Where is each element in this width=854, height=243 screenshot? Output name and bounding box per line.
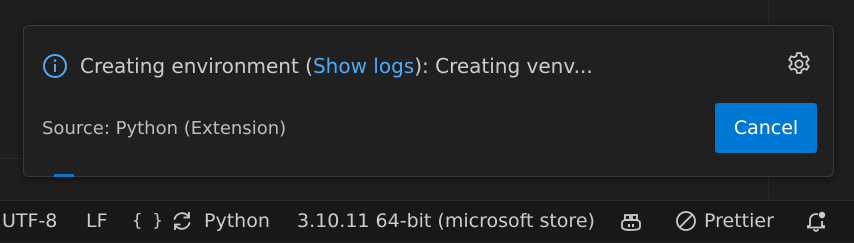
sync-icon[interactable] bbox=[170, 209, 194, 233]
encoding-status[interactable]: UTF-8 bbox=[2, 201, 57, 243]
status-bar: UTF-8 LF { } Python 3.10.11 64-bit (micr… bbox=[0, 200, 854, 242]
gear-icon[interactable] bbox=[785, 50, 813, 78]
info-icon bbox=[43, 54, 67, 78]
language-mode[interactable]: Python bbox=[204, 201, 270, 243]
language-braces-icon[interactable]: { } bbox=[132, 201, 163, 243]
eol-status[interactable]: LF bbox=[86, 201, 108, 243]
show-logs-link[interactable]: Show logs bbox=[313, 54, 414, 78]
copilot-icon[interactable] bbox=[619, 210, 643, 234]
progress-indicator bbox=[54, 174, 74, 177]
bell-dot-icon[interactable] bbox=[804, 209, 828, 233]
notification-message: Creating environment (Show logs): Creati… bbox=[80, 52, 593, 80]
prettier-status[interactable]: Prettier bbox=[704, 201, 774, 243]
circle-slash-icon[interactable] bbox=[674, 209, 698, 233]
editor-divider-horizontal bbox=[0, 158, 24, 159]
notification-source: Source: Python (Extension) bbox=[42, 118, 287, 139]
message-prefix: Creating environment ( bbox=[80, 54, 313, 78]
notification-toast: Creating environment (Show logs): Creati… bbox=[23, 25, 834, 177]
message-suffix: ): Creating venv... bbox=[414, 54, 593, 78]
cancel-button[interactable]: Cancel bbox=[715, 103, 817, 153]
python-interpreter[interactable]: 3.10.11 64-bit (microsoft store) bbox=[297, 201, 595, 243]
